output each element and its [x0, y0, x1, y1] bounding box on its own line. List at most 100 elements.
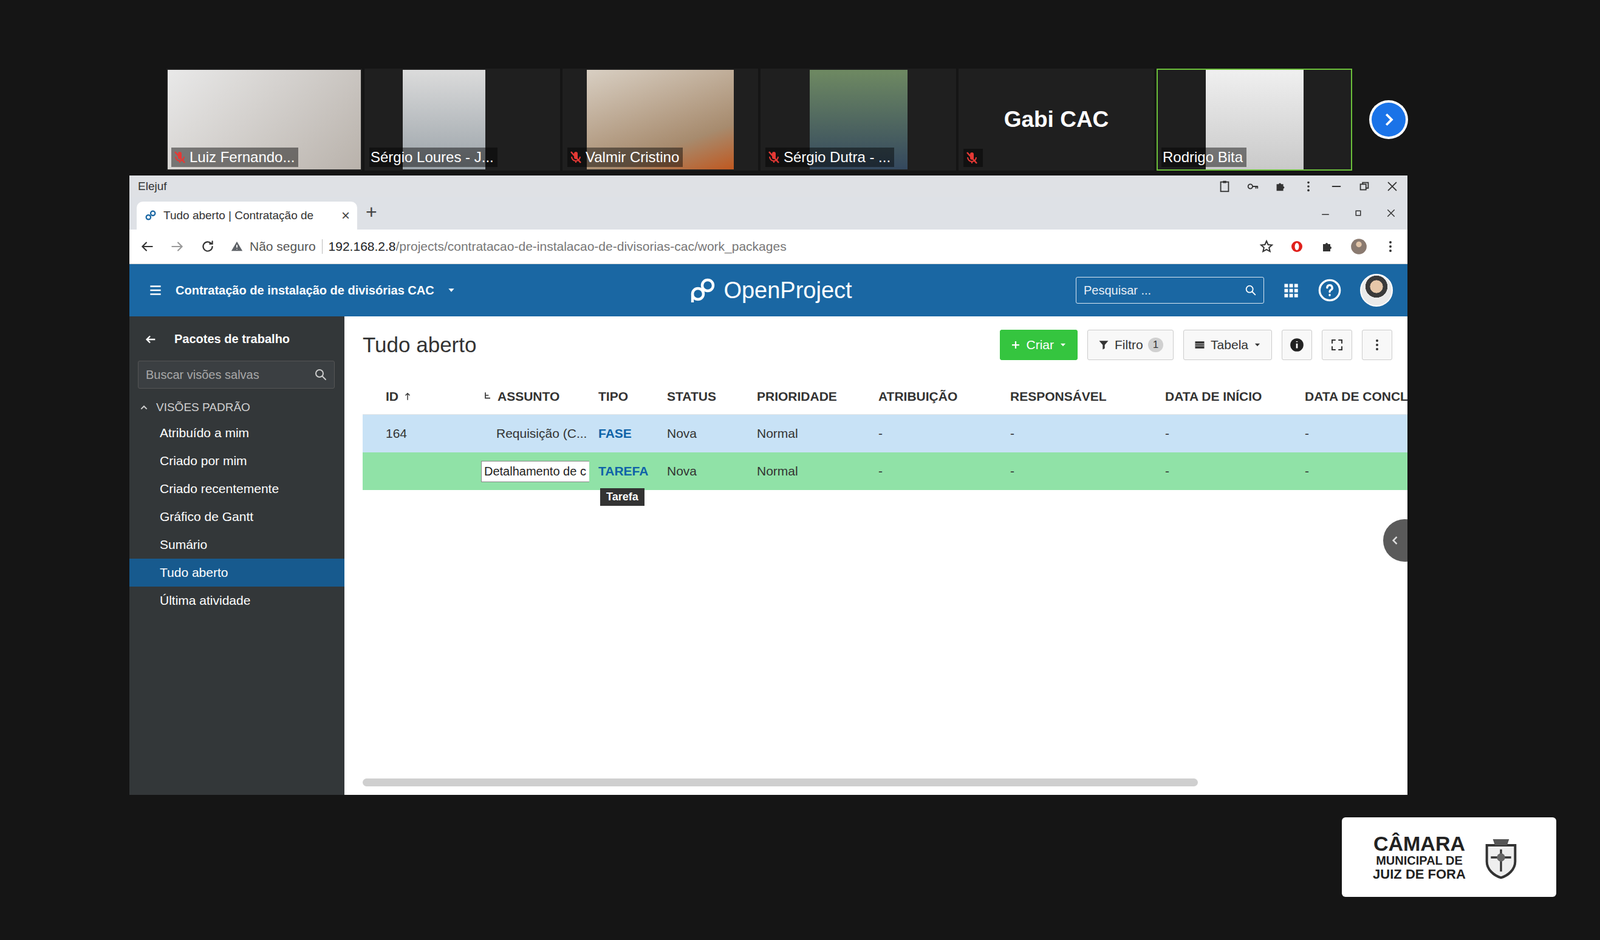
cell-text: Normal: [756, 464, 799, 479]
restore-icon[interactable]: [1357, 179, 1371, 194]
sidebar-item[interactable]: Tudo aberto: [129, 558, 345, 587]
search-input[interactable]: [1082, 283, 1240, 299]
view-mode-button[interactable]: Tabela: [1183, 329, 1272, 361]
close-icon[interactable]: [1385, 207, 1397, 219]
saved-views-search[interactable]: [137, 360, 335, 389]
name-label: Luiz Fernando...: [171, 147, 299, 168]
column-header[interactable]: ID: [362, 388, 474, 405]
details-toggle[interactable]: [1383, 519, 1408, 562]
view-toolbar: Tudo abertoCriarFiltro1Tabela: [362, 329, 1408, 361]
close-icon[interactable]: [1385, 179, 1399, 194]
cell-text[interactable]: FASE: [598, 426, 632, 441]
filter-button[interactable]: Filtro1: [1087, 329, 1174, 361]
column-header[interactable]: ASSUNTO: [473, 389, 590, 404]
table-row[interactable]: TAREFATarefaNovaNormal----: [362, 452, 1408, 491]
details-button[interactable]: [1281, 329, 1313, 361]
column-header[interactable]: PRIORIDADE: [747, 389, 870, 404]
help-icon[interactable]: [1317, 278, 1342, 303]
filter-label: Filtro: [1114, 337, 1144, 353]
subject-input[interactable]: [481, 461, 590, 483]
table-header: IDASSUNTOTIPOSTATUSPRIORIDADEATRIBUIÇÃOR…: [362, 378, 1408, 415]
cell-text: 164: [385, 426, 407, 441]
table-cell[interactable]: FASE: [589, 426, 658, 442]
muted-mic-icon: [568, 150, 584, 165]
horizontal-scrollbar[interactable]: [362, 778, 1198, 787]
new-tab-button[interactable]: +: [365, 201, 378, 226]
sidebar-item[interactable]: Atribuído a mim: [129, 419, 345, 448]
participant-tile[interactable]: Rodrigo Bita: [1156, 68, 1353, 171]
table-cell[interactable]: TAREFATarefa: [589, 464, 658, 479]
clipboard-icon[interactable]: [1217, 179, 1232, 194]
subject-text[interactable]: Requisição (C...: [482, 426, 587, 441]
sort-ascending-icon: [403, 388, 412, 405]
sidebar-item[interactable]: Sumário: [129, 530, 345, 559]
modules-grid-icon[interactable]: [1282, 281, 1300, 299]
participant-tile[interactable]: Sérgio Dutra - ...: [760, 68, 957, 171]
openproject-favicon-icon: [143, 208, 158, 223]
info-icon: [1288, 337, 1305, 353]
column-header[interactable]: ATRIBUIÇÃO: [869, 389, 1002, 404]
reload-icon[interactable]: [199, 238, 216, 255]
search-input[interactable]: [144, 367, 314, 383]
more-icon[interactable]: [1383, 239, 1398, 254]
caret-down-icon: [1058, 340, 1068, 350]
sidebar-item[interactable]: Criado por mim: [129, 447, 345, 476]
sidebar-item[interactable]: Gráfico de Gantt: [129, 502, 345, 531]
table-row[interactable]: 164Requisição (C...FASENovaNormal----: [362, 414, 1408, 453]
fullscreen-button[interactable]: [1321, 329, 1353, 361]
app-header: Contratação de instalação de divisórias …: [129, 264, 1408, 317]
sidebar-item[interactable]: Criado recentemente: [129, 475, 345, 503]
participant-tile[interactable]: Luiz Fernando...: [166, 68, 363, 171]
key-icon[interactable]: [1245, 179, 1260, 194]
more-icon[interactable]: [1301, 179, 1316, 194]
puzzle-icon[interactable]: [1273, 179, 1288, 194]
divider: [321, 239, 323, 254]
column-header[interactable]: STATUS: [657, 389, 748, 404]
column-header[interactable]: DATA DE CONCL: [1295, 389, 1408, 404]
header-left: Contratação de instalação de divisórias …: [147, 282, 689, 299]
global-search[interactable]: [1075, 276, 1265, 304]
restore-icon[interactable]: [1352, 207, 1364, 219]
url-field[interactable]: Não seguro192.168.2.8/projects/contratac…: [230, 239, 1245, 254]
column-header[interactable]: DATA DE INÍCIO: [1155, 389, 1296, 404]
minimize-icon[interactable]: [1329, 179, 1344, 194]
section-header[interactable]: VISÕES PADRÃO: [129, 388, 345, 420]
minimize-icon[interactable]: [1319, 207, 1331, 219]
table-cell[interactable]: Requisição (C...: [473, 426, 590, 442]
profile-icon[interactable]: [1350, 238, 1368, 256]
participant-tile[interactable]: Sérgio Loures - J...: [364, 68, 561, 171]
coat-of-arms-icon: [1476, 828, 1526, 887]
project-selector[interactable]: Contratação de instalação de divisórias …: [175, 283, 435, 298]
openproject-logo[interactable]: OpenProject: [688, 275, 852, 305]
browser-tab[interactable]: Tudo aberto | Contratação de×: [136, 201, 358, 230]
next-participants-button[interactable]: [1369, 100, 1409, 140]
filter-icon: [1097, 338, 1110, 352]
create-button[interactable]: Criar: [999, 329, 1078, 361]
star-icon[interactable]: [1259, 239, 1274, 254]
forward-icon[interactable]: [169, 238, 186, 255]
more-button[interactable]: [1361, 329, 1393, 361]
participant-tile[interactable]: Valmir Cristino: [562, 68, 759, 171]
caret-down-icon[interactable]: [446, 285, 457, 296]
title-bar: Elejuf: [129, 175, 1408, 197]
table-cell[interactable]: [473, 461, 590, 483]
table-cell: Nova: [657, 464, 748, 479]
tab-close-button[interactable]: ×: [341, 207, 350, 225]
puzzle-icon[interactable]: [1319, 239, 1335, 254]
back-icon[interactable]: [139, 238, 155, 255]
next-circle: [1371, 102, 1406, 137]
camara-logo: CÂMARAMUNICIPAL DEJUIZ DE FORA: [1341, 817, 1557, 898]
back-link[interactable]: Pacotes de trabalho: [129, 316, 345, 361]
cell-text[interactable]: TAREFA: [598, 464, 649, 479]
sidebar-title: Pacotes de trabalho: [174, 332, 290, 347]
column-header[interactable]: TIPO: [589, 389, 658, 404]
participant-name: Sérgio Loures - J...: [370, 148, 494, 166]
user-avatar[interactable]: [1360, 273, 1393, 307]
cell-text: Normal: [756, 426, 799, 441]
sidebar-item[interactable]: Última atividade: [129, 586, 345, 615]
participant-tile[interactable]: Gabi CAC: [958, 68, 1155, 171]
menu-icon[interactable]: [147, 282, 164, 299]
opera-icon[interactable]: [1289, 239, 1305, 254]
column-header[interactable]: RESPONSÁVEL: [1001, 389, 1156, 404]
name-label: Sérgio Loures - J...: [369, 147, 498, 168]
